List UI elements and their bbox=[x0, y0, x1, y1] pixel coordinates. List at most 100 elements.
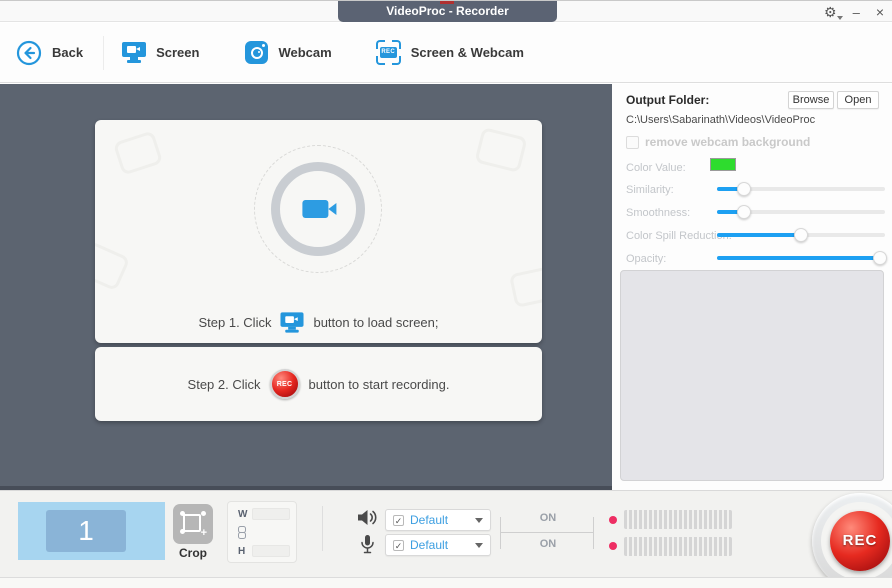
audio-connector-bracket bbox=[500, 517, 501, 549]
crop-label: Crop bbox=[179, 546, 207, 560]
audio-connector-bracket bbox=[593, 517, 594, 549]
screen-webcam-label: Screen & Webcam bbox=[410, 45, 524, 60]
slider-label: Similarity: bbox=[626, 184, 674, 196]
width-label: W bbox=[238, 509, 248, 520]
slider-track[interactable] bbox=[717, 205, 885, 219]
slider-thumb[interactable] bbox=[872, 251, 887, 265]
titlebar: VideoProc - Recorder ⚙ – × bbox=[0, 0, 892, 22]
video-camera-icon bbox=[301, 200, 336, 218]
crop-icon: + bbox=[173, 504, 213, 544]
tab-screen[interactable]: Screen bbox=[122, 42, 199, 63]
minimize-button[interactable]: – bbox=[853, 5, 860, 20]
bottombar-divider bbox=[322, 506, 323, 551]
window-title: VideoProc - Recorder bbox=[386, 4, 509, 18]
height-label: H bbox=[238, 546, 246, 557]
mic-enabled-checkbox[interactable]: ✓ bbox=[393, 539, 404, 551]
mic-on-status: ON bbox=[539, 538, 557, 550]
back-label: Back bbox=[52, 45, 84, 60]
slider-thumb[interactable] bbox=[736, 205, 751, 219]
bottombar-footer-strip bbox=[0, 578, 892, 588]
tab-screen-and-webcam[interactable]: REC Screen & Webcam bbox=[375, 40, 524, 65]
height-field[interactable] bbox=[252, 545, 290, 557]
audio-connector-line bbox=[500, 532, 593, 533]
settings-gear-icon[interactable]: ⚙ bbox=[824, 2, 843, 22]
title-red-notch bbox=[440, 1, 454, 4]
step2-instruction: Step 2. Click REC button to start record… bbox=[95, 369, 542, 399]
slider-row: Smoothness: bbox=[626, 202, 885, 225]
step2-suffix: button to start recording. bbox=[308, 376, 450, 392]
screen-monitor-icon bbox=[280, 312, 304, 333]
speaker-device-value: Default bbox=[410, 513, 449, 527]
slider-track[interactable] bbox=[717, 182, 885, 196]
mic-level-meter bbox=[624, 537, 732, 556]
settings-panel: Output Folder: Browse Open C:\Users\Saba… bbox=[612, 84, 892, 490]
remove-webcam-bg-label: remove webcam background bbox=[645, 135, 811, 149]
toolbar-separator bbox=[103, 35, 105, 70]
slider-thumb[interactable] bbox=[736, 182, 751, 196]
color-value-label: Color Value: bbox=[626, 162, 686, 174]
output-folder-label: Output Folder: bbox=[626, 93, 710, 107]
slider-fill bbox=[717, 256, 880, 260]
chroma-sliders: Similarity: Smoothness: Color Spill Reduct… bbox=[626, 179, 887, 271]
step1-instruction: Step 1. Click button to load screen; bbox=[95, 312, 542, 333]
width-field[interactable] bbox=[252, 508, 290, 520]
slider-label: Smoothness: bbox=[626, 207, 691, 219]
speaker-enabled-checkbox[interactable]: ✓ bbox=[393, 514, 404, 526]
mic-device-dropdown[interactable]: ✓ Default bbox=[385, 534, 491, 556]
slider-thumb[interactable] bbox=[794, 228, 808, 242]
slider-row: Opacity: bbox=[626, 248, 887, 271]
tab-webcam[interactable]: Webcam bbox=[245, 41, 332, 64]
back-arrow-icon bbox=[16, 40, 42, 66]
speaker-on-status: ON bbox=[539, 512, 557, 524]
gear-caret-icon bbox=[836, 16, 843, 20]
color-value-swatch[interactable] bbox=[710, 158, 736, 171]
rec-button[interactable]: REC bbox=[830, 511, 890, 571]
slider-track[interactable] bbox=[717, 251, 887, 265]
crop-button[interactable]: + Crop bbox=[172, 504, 214, 560]
camera-ring bbox=[270, 162, 365, 256]
slider-track[interactable] bbox=[717, 228, 885, 242]
screen-webcam-rec-icon: REC bbox=[375, 40, 401, 65]
speaker-level-dot bbox=[609, 516, 617, 524]
mic-device-value: Default bbox=[410, 538, 449, 552]
aspect-lock-icon[interactable] bbox=[238, 526, 246, 539]
preview-area: Step 1. Click button to load screen; Ste… bbox=[0, 84, 612, 490]
display-thumbnail-strip[interactable]: 1 bbox=[18, 502, 165, 560]
slider-label: Opacity: bbox=[626, 253, 667, 265]
card-decoration bbox=[508, 266, 542, 308]
screen-monitor-icon bbox=[122, 42, 147, 63]
color-value-row: Color Value: bbox=[626, 158, 878, 174]
step1-card: Step 1. Click button to load screen; bbox=[95, 120, 542, 343]
open-button[interactable]: Open bbox=[837, 91, 879, 109]
browse-button[interactable]: Browse bbox=[788, 91, 834, 109]
screen-label: Screen bbox=[156, 45, 200, 60]
close-button[interactable]: × bbox=[876, 4, 884, 20]
mic-level-dot bbox=[609, 542, 617, 550]
remove-webcam-bg-checkbox[interactable] bbox=[626, 135, 639, 149]
card-decoration bbox=[474, 126, 528, 174]
rec-button-icon: REC bbox=[269, 369, 300, 399]
camera-placeholder bbox=[253, 145, 384, 275]
settings-subpanel bbox=[620, 270, 884, 481]
step1-suffix: button to load screen; bbox=[313, 315, 439, 330]
display-thumbnail[interactable]: 1 bbox=[46, 510, 126, 552]
step2-card: Step 2. Click REC button to start record… bbox=[95, 347, 542, 421]
videoproc-recorder-window: VideoProc - Recorder ⚙ – × Back Screen W… bbox=[0, 0, 892, 588]
chevron-down-icon bbox=[475, 517, 483, 523]
slider-label: Color Spill Reduction: bbox=[626, 230, 732, 242]
remove-webcam-bg-row: remove webcam background bbox=[626, 135, 810, 149]
output-folder-path: C:\Users\Sabarinath\Videos\VideoProc bbox=[626, 114, 816, 126]
slider-row: Color Spill Reduction: bbox=[626, 225, 885, 248]
speaker-device-dropdown[interactable]: ✓ Default bbox=[385, 509, 491, 531]
back-button[interactable]: Back bbox=[16, 40, 83, 66]
window-controls: ⚙ – × bbox=[824, 1, 884, 23]
webcam-icon bbox=[245, 41, 269, 64]
speaker-level-meter bbox=[624, 510, 732, 529]
slider-row: Similarity: bbox=[626, 179, 885, 202]
step1-prefix: Step 1. Click bbox=[198, 315, 272, 330]
step2-prefix: Step 2. Click bbox=[187, 376, 261, 392]
slider-fill bbox=[717, 233, 801, 237]
dimensions-panel: W H bbox=[227, 501, 297, 563]
microphone-icon bbox=[360, 534, 375, 562]
window-title-tab: VideoProc - Recorder bbox=[338, 1, 557, 22]
